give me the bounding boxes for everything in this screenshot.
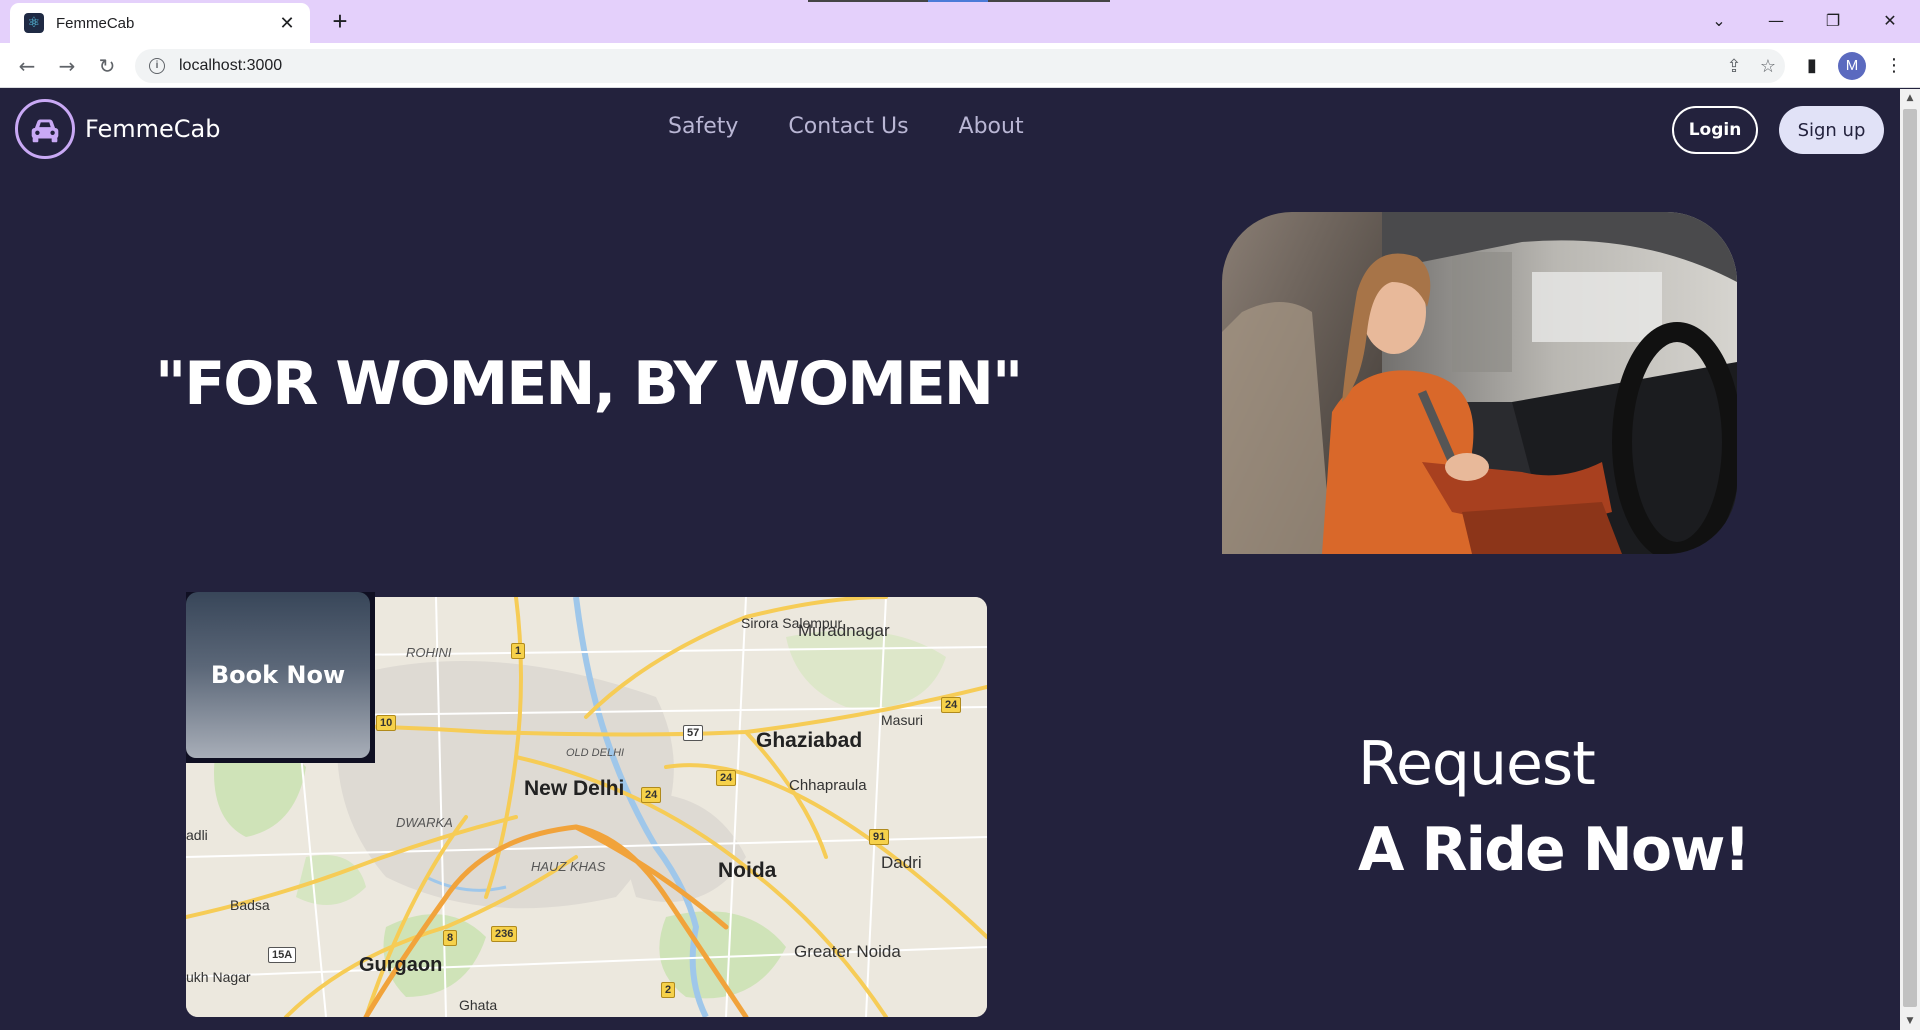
route-shield: 57 — [683, 725, 704, 741]
scroll-down-arrow-icon[interactable]: ▼ — [1900, 1012, 1920, 1030]
map-label: Ghaziabad — [756, 729, 863, 752]
route-shield: 15A — [268, 947, 297, 963]
hero-image — [1222, 212, 1737, 554]
car-icon — [15, 99, 75, 159]
main-nav: Safety Contact Us About — [668, 114, 1024, 139]
hero-tagline: "FOR WOMEN, BY WOMEN" — [155, 349, 1023, 419]
arrow-right-icon[interactable]: → — [52, 51, 82, 81]
tab-title: FemmeCab — [56, 14, 135, 32]
route-shield: 91 — [869, 829, 890, 845]
star-icon[interactable]: ☆ — [1751, 56, 1785, 77]
page: FemmeCab Safety Contact Us About Login S… — [0, 89, 1900, 1030]
page-scrollbar[interactable]: ▲ ▼ — [1900, 89, 1920, 1030]
address-bar[interactable]: i localhost:3000 ⇪ ☆ — [135, 49, 1785, 83]
route-shield: 1 — [511, 643, 526, 659]
map-label: Ghata — [459, 997, 498, 1013]
window-close-button[interactable]: ✕ — [1870, 6, 1910, 36]
map-label: Badsa — [230, 897, 270, 913]
browser-tab[interactable]: ⚛ FemmeCab ✕ — [10, 3, 310, 43]
nav-link-contact-us[interactable]: Contact Us — [788, 114, 908, 139]
browser-toolbar: ← → ↻ i localhost:3000 ⇪ ☆ ▮ ⋮ — [0, 43, 1920, 88]
address-url[interactable]: localhost:3000 — [179, 57, 1717, 75]
arrow-left-icon[interactable]: ← — [12, 51, 42, 81]
map-label: ukh Nagar — [186, 969, 251, 985]
scroll-up-arrow-icon[interactable]: ▲ — [1900, 89, 1920, 107]
request-line-2: A Ride Now! — [1358, 815, 1751, 885]
map-label: Chhapraula — [789, 777, 867, 794]
tab-close-icon[interactable]: ✕ — [276, 13, 298, 34]
map-label: OLD DELHI — [566, 747, 625, 759]
new-tab-button[interactable]: + — [325, 6, 355, 36]
signup-button[interactable]: Sign up — [1779, 106, 1884, 154]
nav-link-safety[interactable]: Safety — [668, 114, 738, 139]
browser-titlebar: ⚛ FemmeCab ✕ + ⌄ — ❐ ✕ — [0, 0, 1920, 43]
map-label: Muradnagar — [798, 621, 890, 640]
share-icon[interactable]: ⇪ — [1717, 56, 1751, 77]
map-label: Masuri — [881, 712, 924, 728]
map-label: Dadri — [881, 853, 922, 872]
reload-icon[interactable]: ↻ — [92, 51, 122, 81]
map-label: ROHINI — [406, 645, 452, 660]
map-label: Noida — [718, 859, 777, 882]
react-favicon-icon: ⚛ — [24, 13, 44, 33]
login-button[interactable]: Login — [1672, 106, 1758, 154]
route-shield: 24 — [941, 697, 962, 713]
book-now-shadow: Book Now — [186, 592, 375, 763]
side-panel-icon[interactable]: ▮ — [1797, 51, 1827, 81]
brand-name: FemmeCab — [85, 115, 221, 143]
nav-link-about[interactable]: About — [959, 114, 1024, 139]
route-shield: 24 — [641, 787, 662, 803]
restore-button[interactable]: ❐ — [1813, 6, 1853, 36]
titlebar-indicator — [808, 0, 1110, 2]
kebab-menu-icon[interactable]: ⋮ — [1879, 51, 1909, 81]
info-icon[interactable]: i — [149, 58, 165, 74]
request-line-1: Request — [1358, 729, 1596, 799]
route-shield: 10 — [376, 715, 397, 731]
map-label: New Delhi — [524, 777, 625, 800]
brand[interactable]: FemmeCab — [15, 99, 220, 159]
minimize-button[interactable]: — — [1756, 6, 1796, 36]
map-label: HAUZ KHAS — [531, 859, 606, 874]
tab-search-icon[interactable]: ⌄ — [1699, 6, 1739, 36]
request-ride-heading: Request A Ride Now! — [1358, 724, 1751, 896]
route-shield: 8 — [443, 930, 458, 946]
map-label: Gurgaon — [359, 954, 443, 976]
route-shield: 24 — [716, 770, 737, 786]
map-label: adli — [186, 827, 208, 843]
profile-avatar[interactable]: M — [1838, 52, 1866, 80]
map-label: Greater Noida — [794, 942, 901, 961]
scroll-thumb[interactable] — [1903, 109, 1917, 1007]
route-shield: 2 — [661, 982, 676, 998]
map-label: DWARKA — [396, 815, 453, 830]
route-shield: 236 — [491, 926, 518, 942]
book-now-button[interactable]: Book Now — [186, 592, 370, 758]
